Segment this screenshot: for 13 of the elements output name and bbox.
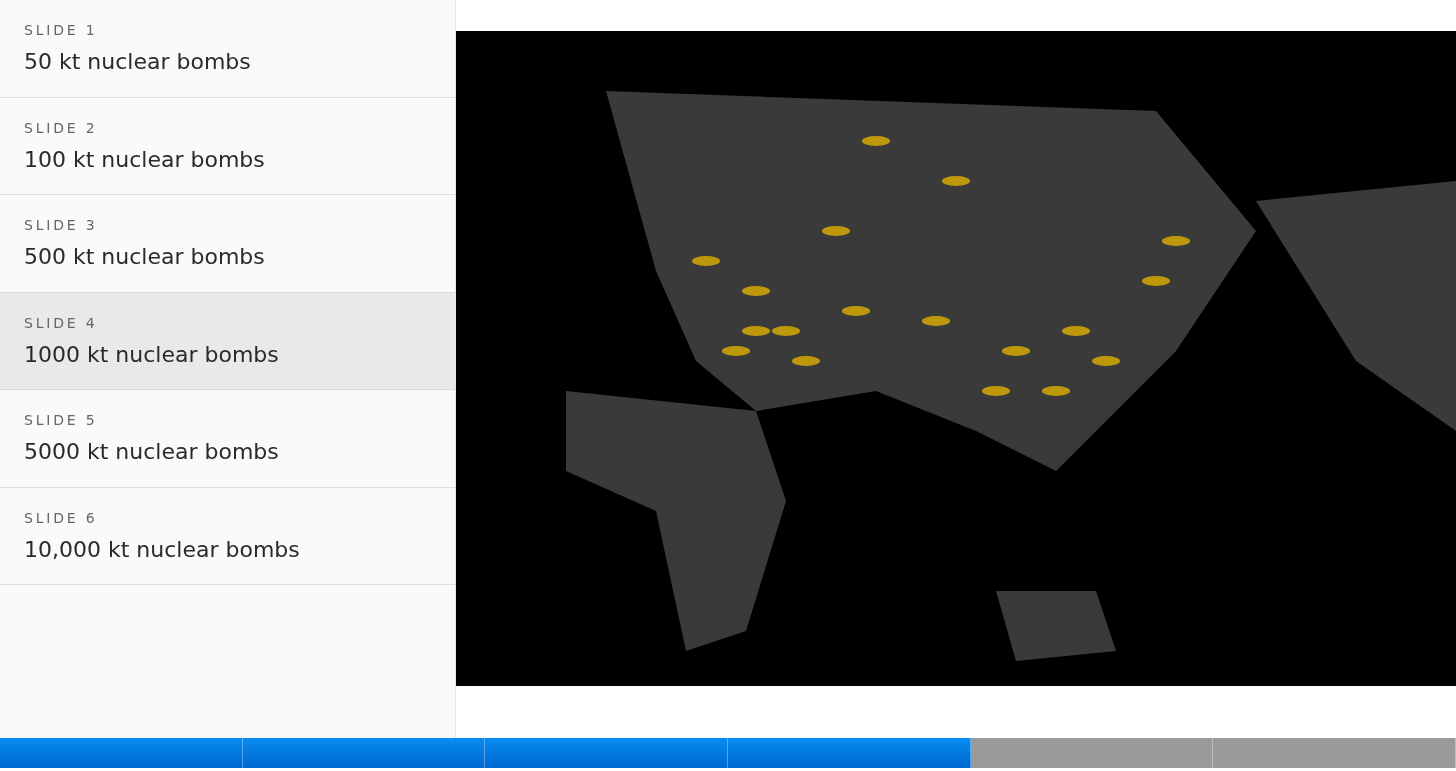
slide-title: 500 kt nuclear bombs	[24, 243, 266, 271]
slide-number: SLIDE 6	[24, 508, 99, 528]
slide-number: SLIDE 1	[24, 21, 99, 40]
slide-title: 100 kt nuclear bombs	[24, 145, 266, 174]
slide-number: SLIDE 3	[24, 216, 99, 235]
slide-number: SLIDE 2	[24, 118, 99, 138]
slide-title: 5000 kt nuclear bombs	[24, 438, 280, 466]
slide-item[interactable]: SLIDE 4 1000 kt nuclear bombs	[0, 292, 455, 390]
slide-number: SLIDE 4	[24, 313, 99, 333]
slide-title: 1000 kt nuclear bombs	[24, 340, 280, 369]
slide-title: 10,000 kt nuclear bombs	[24, 535, 301, 564]
slide-title: 50 kt nuclear bombs	[24, 48, 252, 76]
slide-number: SLIDE 5	[24, 411, 99, 430]
